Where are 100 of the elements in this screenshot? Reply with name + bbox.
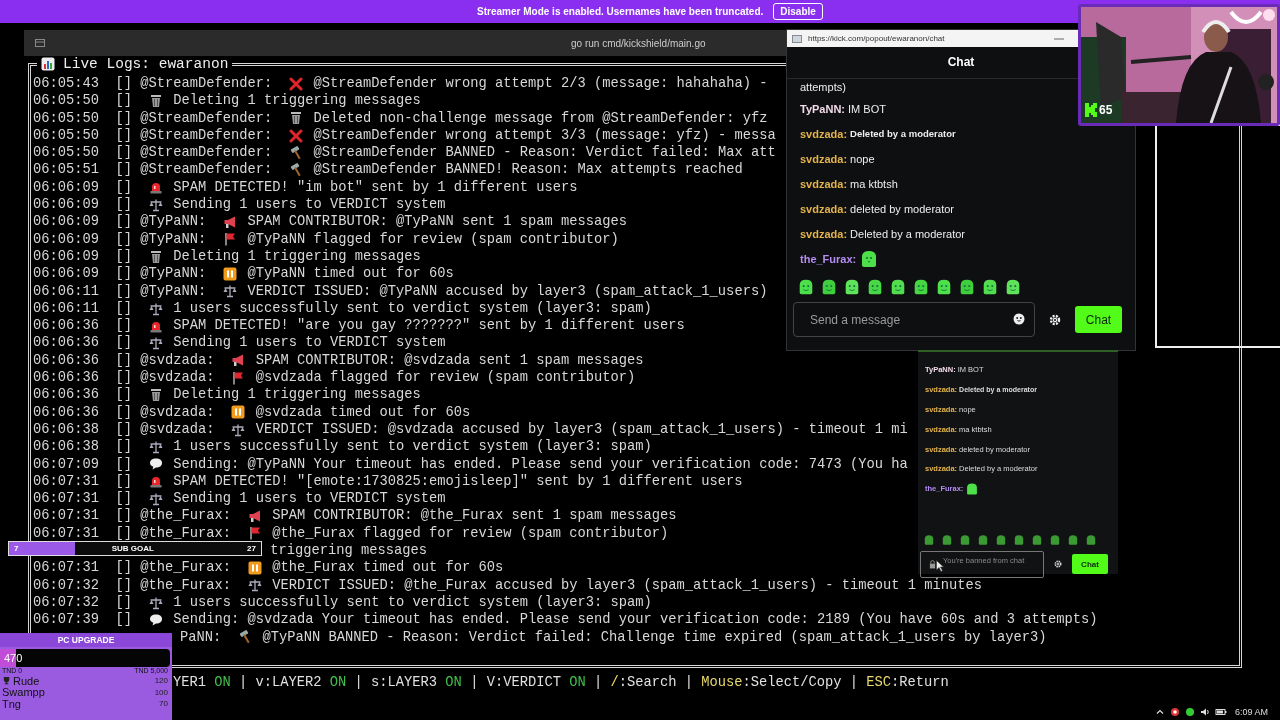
settings-icon[interactable]	[1049, 313, 1061, 326]
chat-send-button[interactable]: Chat	[1075, 306, 1122, 333]
settings-icon[interactable]	[1054, 560, 1062, 569]
battery-icon[interactable]	[1214, 707, 1227, 717]
flag-icon	[247, 526, 262, 541]
log-user: @TyPaNN:	[140, 230, 207, 248]
log-tag: []	[115, 109, 133, 127]
megaphone-icon	[222, 215, 237, 229]
clock: 6:09 AM	[1234, 707, 1268, 717]
log-user: @TyPaNN:	[140, 213, 207, 231]
log-message: VERDICT ISSUED: @svdzada accused by layer3 (spam_attack_1_users) - timeout 1 mi	[255, 420, 908, 439]
status-text: :Return	[891, 674, 949, 691]
goal-title: PC UPGRADE	[0, 633, 172, 647]
status-text: |	[354, 674, 363, 691]
status-text: ON	[214, 674, 231, 691]
emote-icon[interactable]	[912, 278, 930, 296]
trash-icon	[288, 111, 303, 126]
log-user: @the_Furax:	[140, 576, 232, 594]
leader-name: Rude	[13, 674, 41, 687]
speaker-icon[interactable]	[1199, 707, 1210, 717]
emote-icon	[923, 533, 935, 546]
log-message: 1 users successfully sent to verdict system (layer3: spam)	[173, 299, 652, 318]
log-tag: []	[115, 75, 133, 93]
status-text: s:LAYER3	[371, 674, 438, 691]
log-message: Sending 1 users to VERDICT system	[173, 196, 446, 214]
log-user: @StreamDefender:	[140, 109, 273, 127]
log-time: 06:06:09	[33, 178, 99, 197]
emote-icon	[995, 533, 1007, 546]
emote-icon[interactable]	[820, 278, 838, 296]
log-tag: []	[115, 438, 133, 456]
speech-bubble-icon	[148, 457, 163, 472]
chat-message: deleted by moderator	[850, 202, 955, 215]
log-tag: []	[115, 282, 133, 300]
megaphone-icon	[231, 353, 246, 368]
emote-icon	[965, 481, 980, 496]
scales-icon	[222, 284, 237, 299]
emote-icon[interactable]	[889, 278, 907, 296]
pause-icon	[247, 560, 262, 575]
status-text: :Select/Copy	[742, 674, 842, 691]
status-text: |	[470, 674, 479, 691]
smiley-icon[interactable]	[1013, 313, 1025, 325]
emote-icon[interactable]	[958, 278, 976, 296]
log-message: Sending: @svdzada Your timeout has ended. Please send your verification code: 2189 (You have 60s and 3 attempts)	[173, 611, 1098, 629]
scales-icon	[148, 197, 163, 212]
flag-icon	[222, 232, 237, 247]
chat-username[interactable]: svdzada:	[800, 177, 848, 190]
status-text: :Search	[618, 674, 677, 691]
chat-username[interactable]: svdzada:	[800, 127, 848, 140]
status-text: Mouse	[701, 674, 743, 691]
chat-username[interactable]: svdzada:	[800, 152, 848, 165]
k-logo-icon	[1085, 103, 1097, 117]
log-time: 06:07:31	[33, 524, 99, 542]
log-tag: []	[115, 351, 133, 370]
log-user: @the_Furax:	[140, 559, 232, 577]
window-icon[interactable]	[34, 37, 46, 49]
emote-icon[interactable]	[1004, 278, 1022, 296]
log-tag: []	[115, 317, 133, 335]
log-time: 06:06:09	[33, 265, 99, 283]
disable-button[interactable]: Disable	[773, 3, 823, 20]
chat-username[interactable]: svdzada:	[800, 202, 848, 215]
log-tag: []	[115, 196, 133, 214]
record-icon[interactable]	[1169, 707, 1180, 717]
log-time: 06:06:09	[33, 196, 99, 214]
sub-goal-title: SUB GOAL	[111, 544, 154, 553]
emote-icon[interactable]	[981, 278, 999, 296]
log-time: 06:06:36	[33, 369, 99, 387]
pause-icon	[222, 266, 237, 281]
log-message: @svdzada timed out for 60s	[255, 403, 471, 421]
emote-icon	[959, 533, 971, 546]
message-field[interactable]: Send a message	[793, 302, 1035, 337]
emote-icon[interactable]	[797, 278, 815, 296]
status-dot-icon[interactable]	[1184, 707, 1195, 717]
log-time: 06:07:31	[33, 507, 99, 525]
log-user: @TyPaNN:	[140, 282, 207, 300]
scales-icon	[148, 595, 163, 610]
log-time: 06:06:09	[33, 230, 99, 248]
log-message: @StreamDefender BANNED! Reason: Max attempts reached	[313, 161, 743, 179]
leader-name: Tng	[2, 697, 21, 710]
log-tag: []	[115, 490, 133, 508]
terminal-title: go run cmd/kickshield/main.go	[571, 37, 706, 49]
log-time: 06:06:38	[33, 438, 99, 456]
log-message: @the_Furax timed out for 60s	[272, 559, 504, 577]
log-tag: []	[115, 92, 133, 110]
chevron-up-icon[interactable]	[1154, 707, 1165, 717]
status-text: ON	[569, 674, 586, 691]
emote-icon[interactable]	[866, 278, 884, 296]
chat-username[interactable]: TyPaNN:	[800, 102, 846, 115]
log-message: SPAM DETECTED! "im bot" sent by 1 different users	[173, 178, 578, 197]
chat-send-button[interactable]: Chat	[1072, 554, 1108, 575]
leader-score: 70	[159, 699, 168, 709]
banner-message: Streamer Mode is enabled. Usernames have been truncated.	[477, 6, 764, 17]
log-tag: []	[115, 369, 133, 387]
log-message: @TyPaNN timed out for 60s	[247, 265, 454, 283]
chat-username[interactable]: the_Furax:	[800, 252, 857, 265]
emote-icon[interactable]	[935, 278, 953, 296]
emote-icon[interactable]	[843, 278, 861, 296]
log-tag: []	[115, 213, 133, 231]
chat-message: ma ktbtsh	[850, 177, 898, 190]
log-tag: []	[115, 144, 133, 162]
chat-username[interactable]: svdzada:	[800, 227, 848, 240]
